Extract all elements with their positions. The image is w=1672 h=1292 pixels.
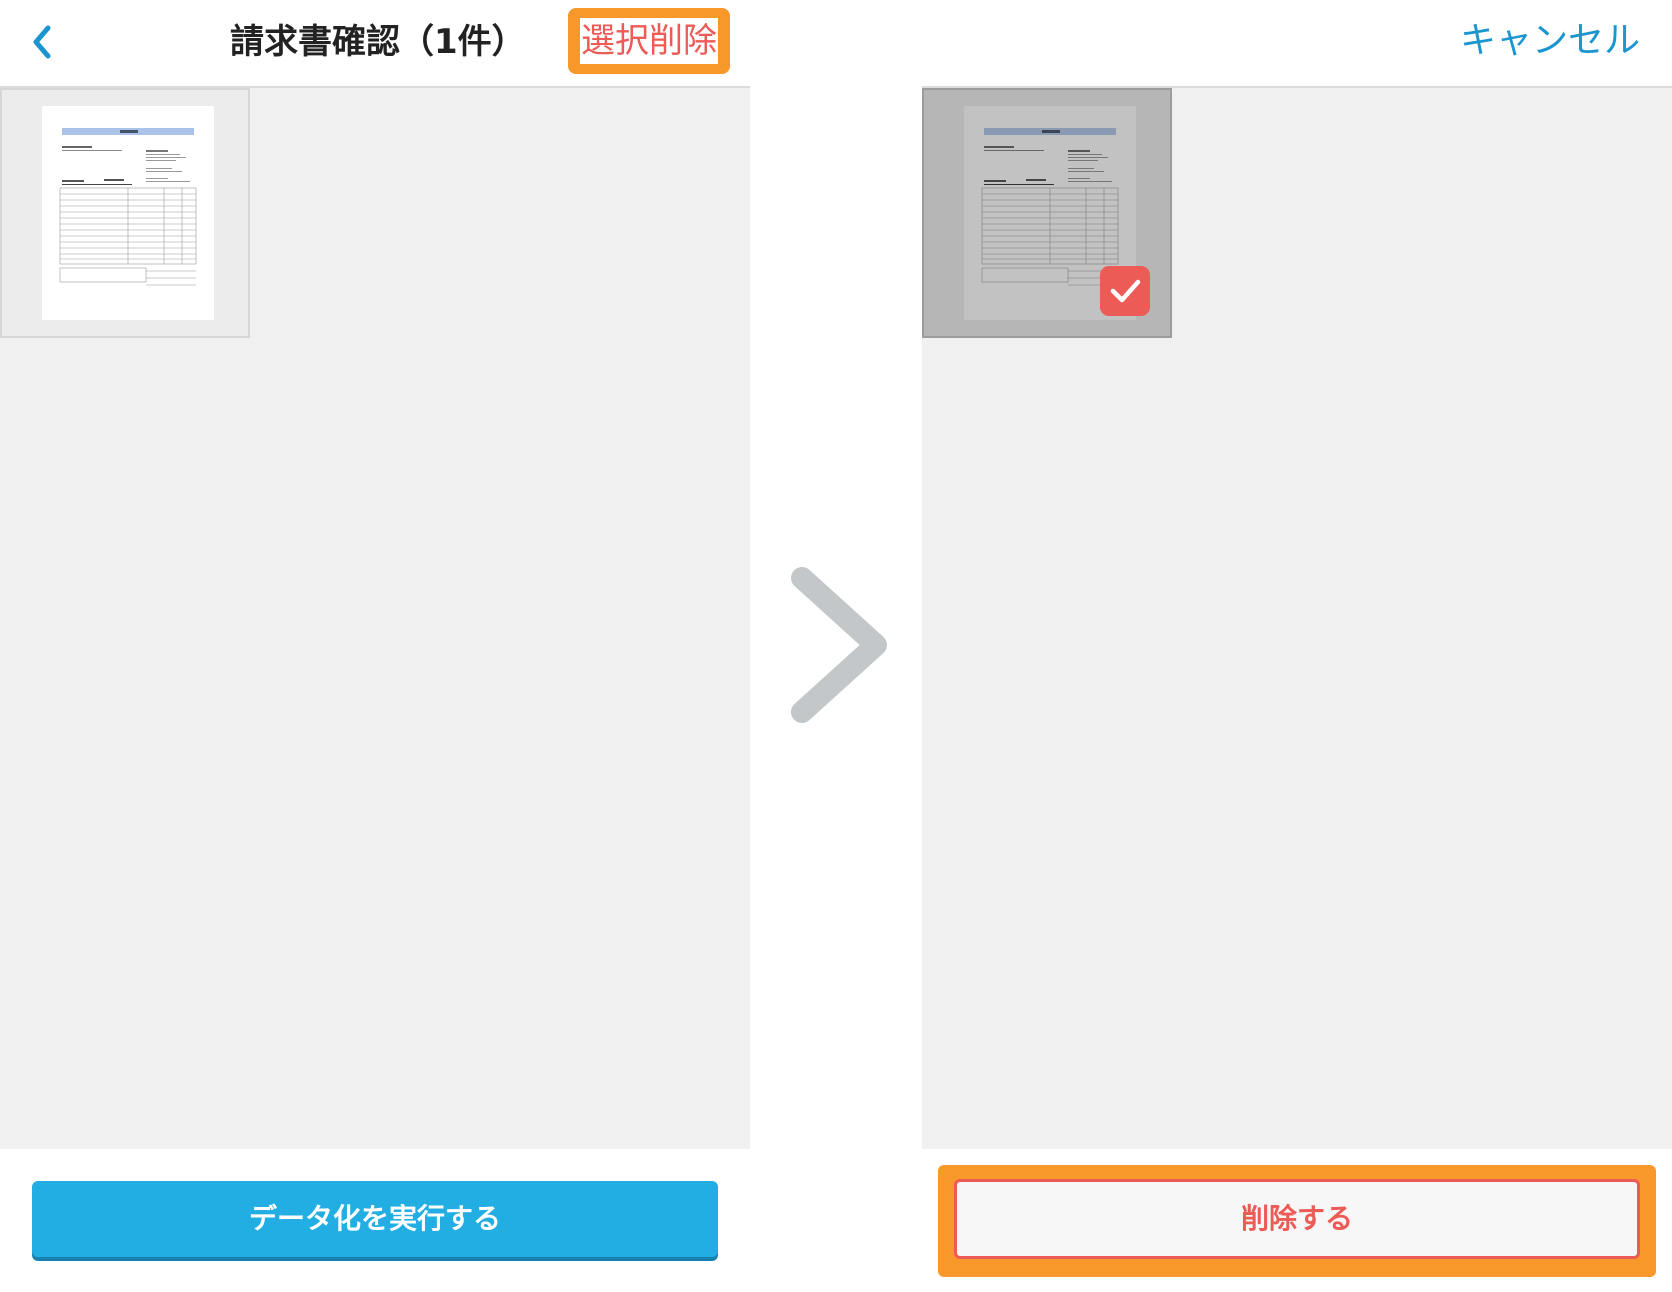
back-button[interactable]: [22, 20, 66, 64]
delete-button[interactable]: 削除する: [954, 1179, 1640, 1259]
document-thumbnail-selected[interactable]: [922, 88, 1172, 338]
document-thumbnail[interactable]: [0, 88, 250, 338]
document-grid: [922, 86, 1672, 1151]
invoice-document-image: [59, 128, 197, 286]
select-delete-button[interactable]: 選択削除: [580, 18, 718, 64]
cancel-button[interactable]: キャンセル: [1460, 16, 1640, 66]
document-grid: [0, 86, 750, 1151]
page-title: 請求書確認（1件）: [230, 22, 526, 62]
right-screen: キャンセル 削除する: [922, 0, 1672, 1292]
left-screen: 請求書確認（1件） 選択削除 データ化を実行する: [0, 0, 750, 1292]
footer-bar: 削除する: [922, 1149, 1672, 1292]
navigation-bar: 請求書確認（1件） 選択削除: [0, 0, 750, 86]
chevron-left-icon: [33, 25, 51, 59]
navigation-bar: キャンセル: [922, 0, 1672, 86]
execute-digitize-button[interactable]: データ化を実行する: [32, 1181, 718, 1257]
selected-checkbox[interactable]: [1100, 266, 1150, 316]
invoice-preview-image: [42, 106, 214, 320]
chevron-right-icon: [778, 560, 898, 730]
footer-bar: データ化を実行する: [0, 1149, 750, 1292]
checkmark-icon: [1110, 279, 1141, 303]
